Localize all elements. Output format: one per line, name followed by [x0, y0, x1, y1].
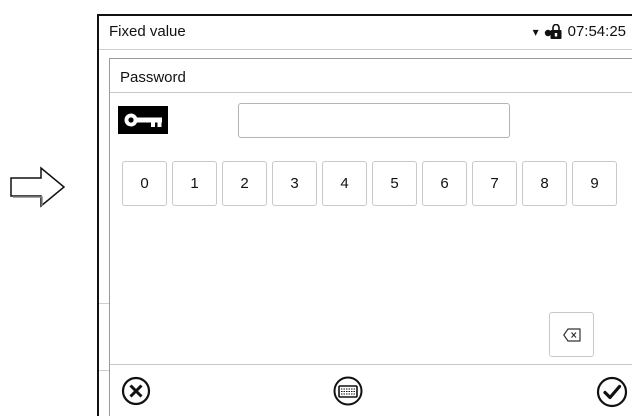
status-bar: Fixed value ▾ 07:54:25: [99, 16, 632, 48]
status-divider: [99, 49, 632, 50]
numeric-keypad: 0 1 2 3 4 5 6 7 8 9: [122, 161, 617, 206]
keyboard-icon[interactable]: [332, 376, 364, 406]
backspace-button[interactable]: [549, 312, 594, 357]
key-9[interactable]: 9: [572, 161, 617, 206]
password-dialog: Password 0 1 2 3 4 5 6 7 8 9: [109, 58, 632, 416]
key-2[interactable]: 2: [222, 161, 267, 206]
lock-icon: [544, 23, 562, 39]
backspace-icon: [562, 327, 581, 342]
device-screen: Fixed value ▾ 07:54:25 Password 0 1 2 3 …: [97, 14, 632, 416]
key-3[interactable]: 3: [272, 161, 317, 206]
dialog-title: Password: [120, 69, 186, 86]
password-input[interactable]: [238, 103, 510, 138]
key-1[interactable]: 1: [172, 161, 217, 206]
confirm-icon[interactable]: [595, 376, 629, 408]
footer-divider: [110, 364, 632, 365]
cancel-icon[interactable]: [121, 376, 151, 406]
key-5[interactable]: 5: [372, 161, 417, 206]
dropdown-arrow-icon[interactable]: ▾: [533, 25, 539, 39]
clock-time: 07:54:25: [567, 23, 626, 40]
key-7[interactable]: 7: [472, 161, 517, 206]
status-indicators: ▾ 07:54:25: [533, 23, 626, 40]
key-4[interactable]: 4: [322, 161, 367, 206]
right-arrow-icon: [10, 166, 66, 208]
key-6[interactable]: 6: [422, 161, 467, 206]
setpoint-title: Fixed value: [109, 23, 186, 40]
key-8[interactable]: 8: [522, 161, 567, 206]
dialog-title-divider: [110, 92, 632, 93]
key-icon: [118, 106, 168, 134]
key-0[interactable]: 0: [122, 161, 167, 206]
